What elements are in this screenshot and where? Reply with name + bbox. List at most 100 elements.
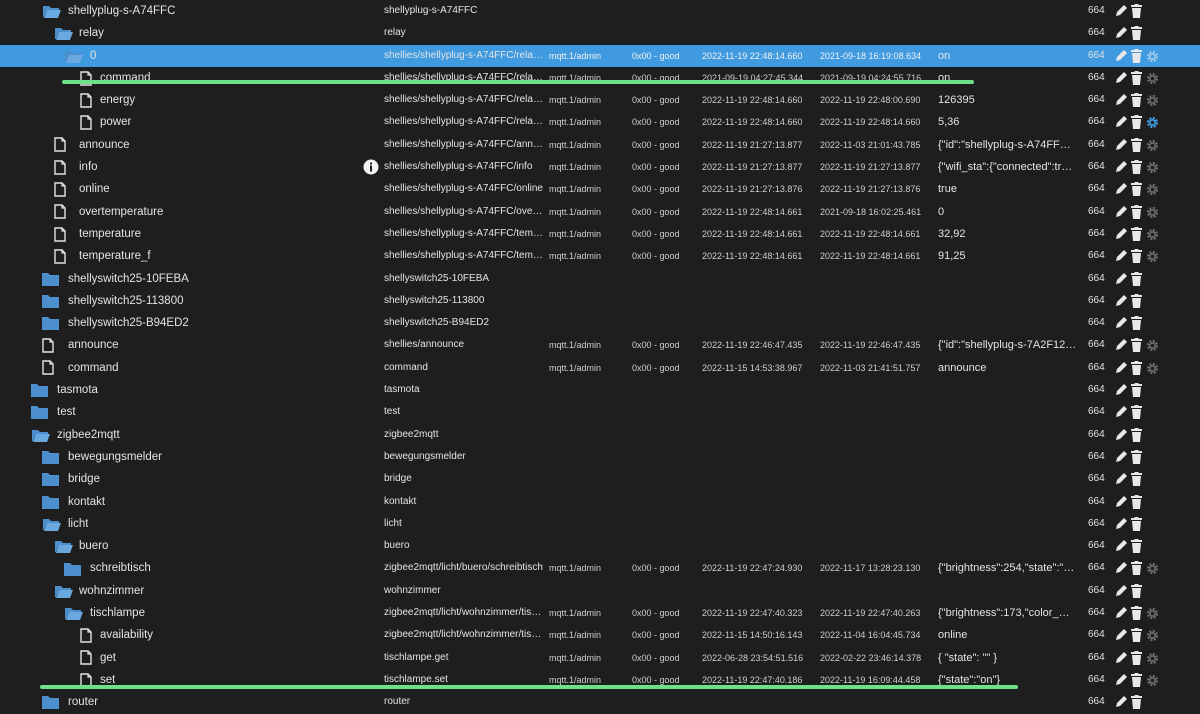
- tree-row-topic[interactable]: temperature shellies/shellyplug-s-A74FFC/…: [0, 223, 1200, 245]
- file-icon[interactable]: [54, 223, 66, 245]
- edit-pencil-icon[interactable]: [1114, 468, 1128, 490]
- edit-pencil-icon[interactable]: [1114, 201, 1128, 223]
- edit-pencil-icon[interactable]: [1114, 22, 1128, 44]
- folder-icon[interactable]: [42, 312, 59, 334]
- folder-icon[interactable]: [42, 468, 59, 490]
- file-icon[interactable]: [80, 624, 92, 646]
- folder-open-icon[interactable]: [42, 513, 61, 535]
- delete-trash-icon[interactable]: [1131, 468, 1142, 490]
- folder-open-icon[interactable]: [31, 424, 50, 446]
- edit-pencil-icon[interactable]: [1114, 580, 1128, 602]
- file-icon[interactable]: [42, 334, 54, 356]
- tree-row-folder[interactable]: bridge bridge 664: [0, 468, 1200, 490]
- folder-open-icon[interactable]: [54, 580, 73, 602]
- tree-row-topic[interactable]: overtemperature shellies/shellyplug-s-A74…: [0, 201, 1200, 223]
- edit-pencil-icon[interactable]: [1114, 111, 1128, 133]
- settings-gear-icon[interactable]: [1146, 557, 1159, 579]
- tree-row-folder[interactable]: tasmota tasmota 664: [0, 379, 1200, 401]
- tree-row-folder[interactable]: 0 shellies/shellyplug-s-A74FFC/relay/0 mqt…: [0, 44, 1200, 67]
- edit-pencil-icon[interactable]: [1114, 557, 1128, 579]
- tree-row-topic[interactable]: command shellies/shellyplug-s-A74FFC/rela…: [0, 67, 1200, 89]
- settings-gear-icon[interactable]: [1146, 669, 1159, 691]
- folder-icon[interactable]: [31, 379, 48, 401]
- edit-pencil-icon[interactable]: [1114, 45, 1128, 67]
- delete-trash-icon[interactable]: [1131, 201, 1142, 223]
- edit-pencil-icon[interactable]: [1114, 379, 1128, 401]
- tree-row-folder[interactable]: relay relay 664: [0, 22, 1200, 44]
- delete-trash-icon[interactable]: [1131, 22, 1142, 44]
- tree-row-folder[interactable]: tischlampe zigbee2mqtt/licht/wohnzimmer/t…: [0, 602, 1200, 624]
- tree-row-folder[interactable]: schreibtisch zigbee2mqtt/licht/buero/schr…: [0, 557, 1200, 579]
- delete-trash-icon[interactable]: [1131, 89, 1142, 111]
- tree-row-folder[interactable]: shellyswitch25-10FEBA shellyswitch25-10FE…: [0, 268, 1200, 290]
- settings-gear-icon[interactable]: [1146, 357, 1159, 379]
- delete-trash-icon[interactable]: [1131, 223, 1142, 245]
- edit-pencil-icon[interactable]: [1114, 67, 1128, 89]
- tree-row-folder[interactable]: test test 664: [0, 401, 1200, 423]
- edit-pencil-icon[interactable]: [1114, 647, 1128, 669]
- settings-gear-icon[interactable]: [1146, 45, 1159, 67]
- edit-pencil-icon[interactable]: [1114, 134, 1128, 156]
- settings-gear-icon[interactable]: [1146, 201, 1159, 223]
- settings-gear-icon[interactable]: [1146, 624, 1159, 646]
- tree-row-folder[interactable]: wohnzimmer wohnzimmer 664: [0, 580, 1200, 602]
- edit-pencil-icon[interactable]: [1114, 535, 1128, 557]
- edit-pencil-icon[interactable]: [1114, 178, 1128, 200]
- delete-trash-icon[interactable]: [1131, 156, 1142, 178]
- settings-gear-icon[interactable]: [1146, 89, 1159, 111]
- folder-open-icon[interactable]: [54, 535, 73, 557]
- settings-gear-icon[interactable]: [1146, 111, 1159, 133]
- edit-pencil-icon[interactable]: [1114, 691, 1128, 713]
- edit-pencil-icon[interactable]: [1114, 513, 1128, 535]
- delete-trash-icon[interactable]: [1131, 446, 1142, 468]
- delete-trash-icon[interactable]: [1131, 178, 1142, 200]
- delete-trash-icon[interactable]: [1131, 513, 1142, 535]
- delete-trash-icon[interactable]: [1131, 245, 1142, 267]
- file-icon[interactable]: [54, 201, 66, 223]
- delete-trash-icon[interactable]: [1131, 45, 1142, 67]
- edit-pencil-icon[interactable]: [1114, 357, 1128, 379]
- tree-row-topic[interactable]: energy shellies/shellyplug-s-A74FFC/relay…: [0, 89, 1200, 111]
- settings-gear-icon[interactable]: [1146, 245, 1159, 267]
- folder-icon[interactable]: [42, 290, 59, 312]
- edit-pencil-icon[interactable]: [1114, 624, 1128, 646]
- folder-open-icon[interactable]: [54, 22, 73, 44]
- folder-icon[interactable]: [42, 446, 59, 468]
- tree-row-topic[interactable]: get tischlampe.get mqtt.1/admin 0x00 - good…: [0, 647, 1200, 669]
- file-icon[interactable]: [80, 89, 92, 111]
- tree-row-folder[interactable]: buero buero 664: [0, 535, 1200, 557]
- edit-pencil-icon[interactable]: [1114, 156, 1128, 178]
- delete-trash-icon[interactable]: [1131, 424, 1142, 446]
- edit-pencil-icon[interactable]: [1114, 669, 1128, 691]
- delete-trash-icon[interactable]: [1131, 379, 1142, 401]
- delete-trash-icon[interactable]: [1131, 290, 1142, 312]
- settings-gear-icon[interactable]: [1146, 178, 1159, 200]
- tree-row-folder[interactable]: kontakt kontakt 664: [0, 491, 1200, 513]
- delete-trash-icon[interactable]: [1131, 669, 1142, 691]
- settings-gear-icon[interactable]: [1146, 156, 1159, 178]
- delete-trash-icon[interactable]: [1131, 67, 1142, 89]
- file-icon[interactable]: [54, 156, 66, 178]
- settings-gear-icon[interactable]: [1146, 334, 1159, 356]
- edit-pencil-icon[interactable]: [1114, 602, 1128, 624]
- file-icon[interactable]: [42, 357, 54, 379]
- tree-row-folder[interactable]: shellyswitch25-113800 shellyswitch25-1138…: [0, 290, 1200, 312]
- delete-trash-icon[interactable]: [1131, 312, 1142, 334]
- folder-open-icon[interactable]: [64, 602, 83, 624]
- tree-row-topic[interactable]: info shellies/shellyplug-s-A74FFC/info mqt…: [0, 156, 1200, 178]
- tree-row-folder[interactable]: shellyswitch25-B94ED2 shellyswitch25-B94E…: [0, 312, 1200, 334]
- edit-pencil-icon[interactable]: [1114, 268, 1128, 290]
- tree-row-topic[interactable]: availability zigbee2mqtt/licht/wohnzimmer…: [0, 624, 1200, 646]
- settings-gear-icon[interactable]: [1146, 647, 1159, 669]
- edit-pencil-icon[interactable]: [1114, 446, 1128, 468]
- tree-row-topic[interactable]: announce shellies/announce mqtt.1/admin 0x0…: [0, 334, 1200, 356]
- edit-pencil-icon[interactable]: [1114, 312, 1128, 334]
- delete-trash-icon[interactable]: [1131, 268, 1142, 290]
- file-icon[interactable]: [54, 178, 66, 200]
- edit-pencil-icon[interactable]: [1114, 290, 1128, 312]
- settings-gear-icon[interactable]: [1146, 602, 1159, 624]
- delete-trash-icon[interactable]: [1131, 401, 1142, 423]
- edit-pencil-icon[interactable]: [1114, 424, 1128, 446]
- delete-trash-icon[interactable]: [1131, 535, 1142, 557]
- edit-pencil-icon[interactable]: [1114, 401, 1128, 423]
